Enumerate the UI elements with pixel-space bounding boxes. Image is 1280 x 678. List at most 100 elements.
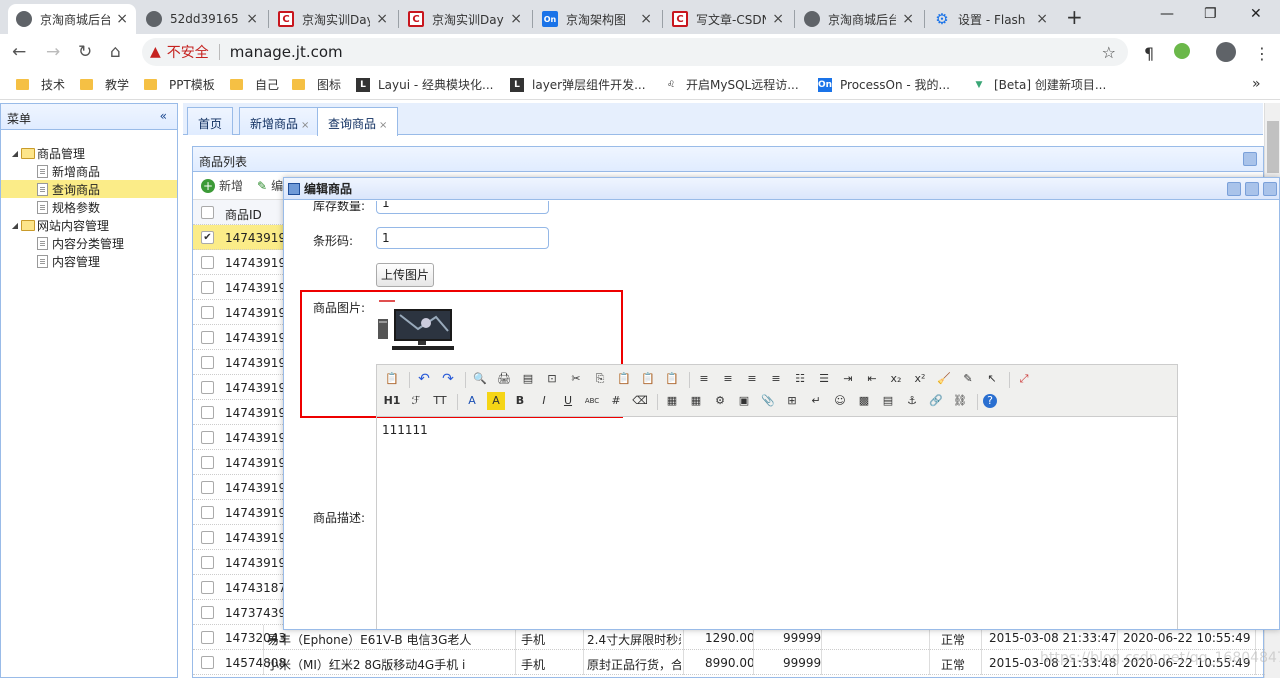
close-tab-icon[interactable]: × [1036,11,1048,27]
restore-button[interactable]: ❐ [1204,6,1217,22]
bookmark-item[interactable]: 教学 [80,76,129,93]
editor-link-icon[interactable]: 🔗 [927,392,945,410]
editor-underline-icon[interactable]: U [559,392,577,410]
close-window-button[interactable]: ✕ [1250,6,1262,22]
row-checkbox[interactable] [201,456,214,469]
bookmark-item[interactable]: Llayer弹层组件开发... [510,76,646,93]
editor-pagebreak-icon[interactable]: ↵ [807,392,825,410]
editor-heading-icon[interactable]: H1 [383,392,401,410]
url-text[interactable]: manage.jt.com [230,43,343,61]
editor-cut-icon[interactable]: ✂ [567,370,585,388]
editor-select-all-icon[interactable]: ✎ [959,370,977,388]
close-tab-icon[interactable]: × [640,11,652,27]
extension-pilcrow-icon[interactable]: ¶ [1144,44,1154,63]
row-checkbox[interactable] [201,356,214,369]
close-tab-icon[interactable]: × [379,120,387,131]
menu-tree-node[interactable]: 内容分类管理 [1,234,177,252]
bookmark-item[interactable]: ▼ [Beta] 创建新项目... [972,76,1106,93]
row-checkbox[interactable] [201,531,214,544]
editor-media-icon[interactable]: ▣ [735,392,753,410]
editor-strikethrough-icon[interactable]: ABC [583,392,601,410]
content-tab[interactable]: 查询商品 × [317,107,399,136]
stock-input[interactable]: 1 [376,201,549,214]
row-checkbox[interactable] [201,281,214,294]
row-checkbox[interactable] [201,331,214,344]
browser-tab[interactable]: C 京淘实训Day × [270,4,396,34]
panel-collapse-icon[interactable] [1243,152,1257,166]
editor-highlight-icon[interactable]: A [487,392,505,410]
home-icon[interactable]: ⌂ [110,42,121,62]
extension-circle-icon[interactable] [1174,43,1190,59]
add-button[interactable]: 新增 [219,177,243,194]
row-checkbox[interactable] [201,381,214,394]
more-bookmarks-icon[interactable]: » [1252,76,1261,92]
browser-tab[interactable]: ⚙ 设置 - Flash × [926,4,1056,34]
editor-copy-icon[interactable]: ⎘ [591,370,609,388]
dialog-maximize-icon[interactable] [1263,182,1277,196]
editor-paste-text-icon[interactable]: 📋 [639,370,657,388]
upload-image-button[interactable]: 上传图片 [376,263,434,287]
row-checkbox[interactable] [201,306,214,319]
editor-emoticon-icon[interactable]: ☺ [831,392,849,410]
select-all-checkbox[interactable] [201,206,214,219]
close-tab-icon[interactable]: × [902,11,914,27]
row-checkbox[interactable] [201,606,214,619]
browser-tab[interactable]: 京淘商城后台 × [796,4,922,34]
profile-avatar-icon[interactable] [1216,42,1236,62]
editor-subscript-icon[interactable]: x₂ [887,370,905,388]
editor-fullscreen-icon[interactable]: ⤢ [1015,370,1033,388]
editor-anchor-icon[interactable]: ⚓ [903,392,921,410]
close-tab-icon[interactable]: × [301,120,309,131]
browser-tab[interactable]: C 写文章-CSDN × [664,4,792,34]
row-checkbox[interactable] [201,631,214,644]
editor-undo-icon[interactable]: ↶ [415,370,433,388]
row-checkbox[interactable] [201,506,214,519]
expand-triangle-icon[interactable]: ◢ [9,221,21,230]
editor-code-icon[interactable]: ⊡ [543,370,561,388]
editor-hr-icon[interactable]: # [607,392,625,410]
editor-superscript-icon[interactable]: x² [911,370,929,388]
editor-print-icon[interactable]: 🖨 [495,370,513,388]
editor-font-color-icon[interactable]: A [463,392,481,410]
dialog-collapse-icon[interactable] [1227,182,1241,196]
menu-tree-node[interactable]: 新增商品 [1,162,177,180]
editor-preview-icon[interactable]: 🔍 [471,370,489,388]
editor-font-family-icon[interactable]: ℱ [407,392,425,410]
browser-tab[interactable]: On 京淘架构图 × [534,4,660,34]
close-tab-icon[interactable]: × [772,11,784,27]
expand-triangle-icon[interactable]: ◢ [9,149,21,158]
bookmark-item[interactable]: L Layui - 经典模块化... [356,76,493,93]
editor-image-icon[interactable]: ▦ [663,392,681,410]
bookmark-item[interactable]: 技术 [16,76,65,93]
bookmark-item[interactable]: On ProcessOn - 我的... [818,76,950,93]
content-tab[interactable]: 首页 [187,107,234,135]
editor-content[interactable]: 111111 [382,423,428,437]
bookmark-item[interactable]: PPT模板 [144,76,215,93]
editor-help-icon[interactable]: ? [983,394,997,408]
barcode-input[interactable]: 1 [376,227,549,249]
editor-attachment-icon[interactable]: 📎 [759,392,777,410]
close-tab-icon[interactable]: × [376,11,388,27]
menu-tree-node[interactable]: ◢ 网站内容管理 [1,216,177,234]
row-checkbox[interactable] [201,481,214,494]
row-checkbox[interactable] [201,581,214,594]
reload-icon[interactable]: ↻ [78,42,92,62]
menu-tree-node[interactable]: 规格参数 [1,198,177,216]
editor-redo-icon[interactable]: ↷ [439,370,457,388]
new-tab-button[interactable]: + [1066,5,1083,29]
editor-paste-word-icon[interactable]: 📋 [663,370,681,388]
editor-unlink-icon[interactable]: ⛓ [951,392,969,410]
bookmark-star-icon[interactable]: ☆ [1102,43,1116,62]
bookmark-item[interactable]: 图标 [292,76,341,93]
menu-dots-icon[interactable]: ⋮ [1254,44,1270,63]
edit-button[interactable]: 编 [271,177,283,194]
row-checkbox[interactable] [201,431,214,444]
close-tab-icon[interactable]: × [510,11,522,27]
editor-template-icon[interactable]: ▤ [519,370,537,388]
editor-table-icon[interactable]: ⊞ [783,392,801,410]
row-checkbox[interactable]: ✔ [201,231,214,244]
collapse-double-left-icon[interactable]: « [160,109,167,123]
editor-align-justify-icon[interactable]: ≡ [767,370,785,388]
editor-unordered-list-icon[interactable]: ☰ [815,370,833,388]
editor-multi-image-icon[interactable]: ▦ [687,392,705,410]
